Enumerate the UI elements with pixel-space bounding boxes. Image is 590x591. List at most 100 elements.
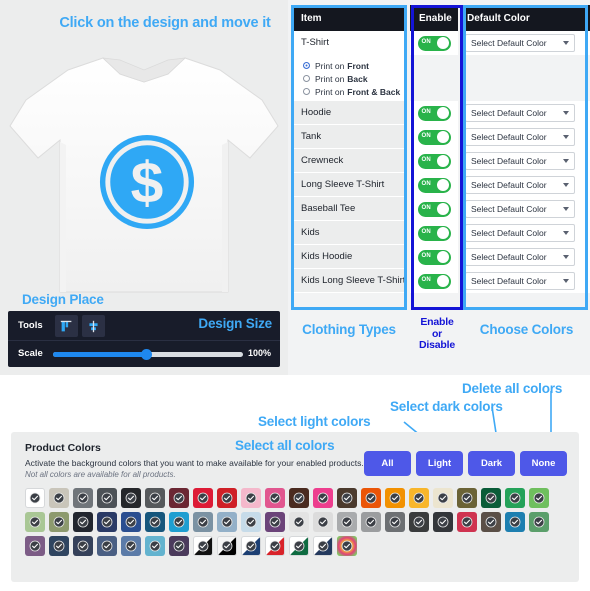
enable-toggle[interactable]: ON <box>417 177 451 193</box>
color-swatch[interactable] <box>481 512 501 532</box>
color-swatch[interactable] <box>337 512 357 532</box>
color-filter-button-none[interactable]: None <box>520 451 567 476</box>
color-swatch[interactable] <box>73 536 93 556</box>
scale-slider-handle[interactable] <box>141 349 152 360</box>
default-color-select[interactable]: Select Default Color <box>465 128 575 146</box>
color-swatch[interactable] <box>25 488 45 508</box>
color-swatch[interactable] <box>433 488 453 508</box>
product-name-cell[interactable]: Baseball Tee <box>291 197 406 221</box>
default-color-select[interactable]: Select Default Color <box>465 200 575 218</box>
color-swatch[interactable] <box>313 536 333 556</box>
color-swatch[interactable] <box>217 536 237 556</box>
color-swatch[interactable] <box>337 488 357 508</box>
color-swatch[interactable] <box>193 512 213 532</box>
color-swatch[interactable] <box>121 512 141 532</box>
radio-icon[interactable] <box>303 75 310 82</box>
color-swatch[interactable] <box>25 512 45 532</box>
product-name-cell[interactable]: Kids Long Sleeve T-Shirt <box>291 269 406 293</box>
default-color-select[interactable]: Select Default Color <box>465 104 575 122</box>
color-swatch[interactable] <box>121 488 141 508</box>
color-swatch[interactable] <box>409 488 429 508</box>
enable-toggle[interactable]: ON <box>417 273 451 289</box>
align-horizontal-center-icon[interactable] <box>82 315 105 337</box>
print-option[interactable]: Print on Back <box>303 72 406 85</box>
color-swatch[interactable] <box>145 536 165 556</box>
color-swatch[interactable] <box>193 488 213 508</box>
color-filter-button-dark[interactable]: Dark <box>468 451 515 476</box>
shirt-canvas[interactable]: $ <box>0 36 288 308</box>
color-swatch[interactable] <box>169 488 189 508</box>
enable-toggle[interactable]: ON <box>417 105 451 121</box>
product-name-cell[interactable]: Kids Hoodie <box>291 245 406 269</box>
color-swatch[interactable] <box>529 512 549 532</box>
color-swatch[interactable] <box>481 488 501 508</box>
color-swatch[interactable] <box>265 488 285 508</box>
color-swatch[interactable] <box>289 488 309 508</box>
color-swatch[interactable] <box>73 512 93 532</box>
color-swatch[interactable] <box>25 536 45 556</box>
color-swatch[interactable] <box>217 488 237 508</box>
radio-icon[interactable] <box>303 88 310 95</box>
color-swatch[interactable] <box>121 536 141 556</box>
print-option[interactable]: Print on Front & Back <box>303 85 406 98</box>
color-swatch[interactable] <box>217 512 237 532</box>
enable-toggle[interactable]: ON <box>417 249 451 265</box>
color-swatch[interactable] <box>193 536 213 556</box>
color-swatch[interactable] <box>97 536 117 556</box>
color-swatch[interactable] <box>313 488 333 508</box>
color-swatch[interactable] <box>49 512 69 532</box>
color-swatch[interactable] <box>169 512 189 532</box>
color-swatch[interactable] <box>313 512 333 532</box>
color-swatch[interactable] <box>505 488 525 508</box>
color-swatch[interactable] <box>241 512 261 532</box>
align-vertical-center-icon[interactable] <box>55 315 78 337</box>
color-swatch[interactable] <box>169 536 189 556</box>
product-name-cell[interactable]: Crewneck <box>291 149 406 173</box>
enable-toggle[interactable]: ON <box>417 129 451 145</box>
color-swatch[interactable] <box>457 512 477 532</box>
radio-icon[interactable] <box>303 62 310 69</box>
color-swatch[interactable] <box>241 488 261 508</box>
dollar-coin-design-icon[interactable]: $ <box>98 133 196 231</box>
color-swatch[interactable] <box>433 512 453 532</box>
color-swatch[interactable] <box>97 512 117 532</box>
enable-toggle[interactable]: ON <box>417 35 451 51</box>
color-swatch[interactable] <box>361 512 381 532</box>
default-color-select[interactable]: Select Default Color <box>465 224 575 242</box>
default-color-select[interactable]: Select Default Color <box>465 152 575 170</box>
product-name-cell[interactable]: Long Sleeve T-Shirt <box>291 173 406 197</box>
default-color-select[interactable]: Select Default Color <box>465 34 575 52</box>
color-swatch[interactable] <box>265 512 285 532</box>
color-filter-button-light[interactable]: Light <box>416 451 463 476</box>
color-swatch[interactable] <box>337 536 357 556</box>
color-swatch[interactable] <box>241 536 261 556</box>
color-swatch[interactable] <box>49 536 69 556</box>
enable-toggle[interactable]: ON <box>417 153 451 169</box>
enable-toggle[interactable]: ON <box>417 201 451 217</box>
product-name-cell[interactable]: Tank <box>291 125 406 149</box>
default-color-select[interactable]: Select Default Color <box>465 272 575 290</box>
color-swatch[interactable] <box>289 512 309 532</box>
enable-toggle[interactable]: ON <box>417 225 451 241</box>
default-color-select[interactable]: Select Default Color <box>465 176 575 194</box>
color-swatch[interactable] <box>97 488 117 508</box>
scale-slider[interactable] <box>53 349 243 360</box>
color-swatch[interactable] <box>385 512 405 532</box>
color-swatch[interactable] <box>529 488 549 508</box>
default-color-select[interactable]: Select Default Color <box>465 248 575 266</box>
color-swatch[interactable] <box>505 512 525 532</box>
color-swatch[interactable] <box>385 488 405 508</box>
color-swatch[interactable] <box>145 488 165 508</box>
product-name-cell[interactable]: T-Shirt <box>291 31 406 55</box>
color-swatch[interactable] <box>145 512 165 532</box>
color-swatch[interactable] <box>457 488 477 508</box>
color-swatch[interactable] <box>289 536 309 556</box>
color-swatch[interactable] <box>265 536 285 556</box>
color-swatch[interactable] <box>49 488 69 508</box>
product-name-cell[interactable]: Hoodie <box>291 101 406 125</box>
product-name-cell[interactable]: Kids <box>291 221 406 245</box>
color-swatch[interactable] <box>73 488 93 508</box>
color-swatch[interactable] <box>409 512 429 532</box>
print-option[interactable]: Print on Front <box>303 59 406 72</box>
color-swatch[interactable] <box>361 488 381 508</box>
